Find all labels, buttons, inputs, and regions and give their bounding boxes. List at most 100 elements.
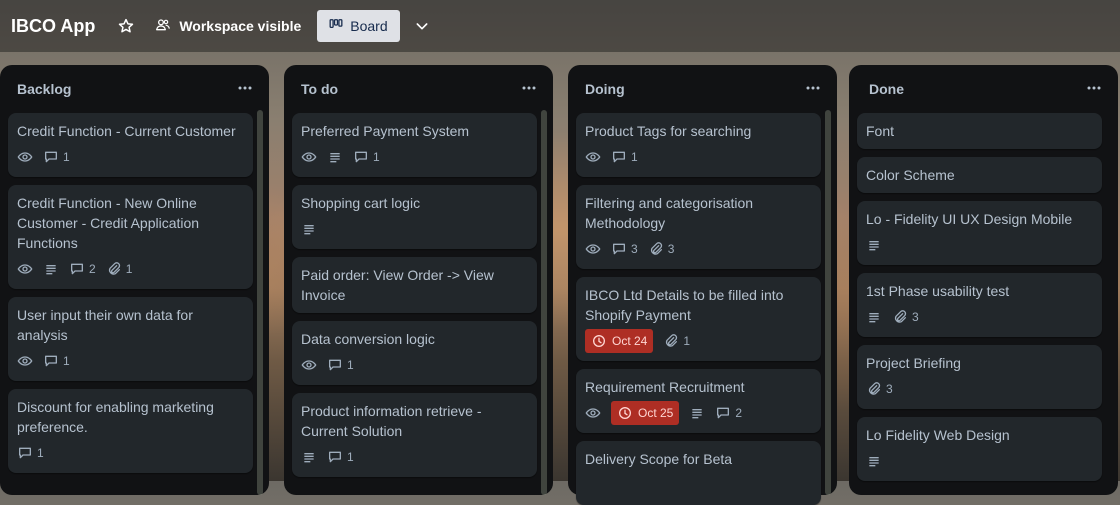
attachments-badge: 3 bbox=[648, 239, 675, 259]
comment-icon bbox=[71, 263, 83, 275]
paperclip-icon bbox=[868, 382, 881, 395]
card[interactable]: Lo Fidelity Web Design bbox=[857, 417, 1102, 481]
card-title: Requirement Recruitment bbox=[585, 379, 745, 395]
comment-icon bbox=[329, 451, 341, 463]
card[interactable]: Credit Function - New Online Customer - … bbox=[8, 185, 253, 289]
card[interactable]: Requirement Recruitment Oct 25 2 bbox=[576, 369, 821, 433]
comment-icon bbox=[355, 151, 367, 163]
card[interactable]: Credit Function - Current Customer 1 bbox=[8, 113, 253, 177]
watch-badge bbox=[17, 351, 33, 371]
card[interactable]: Data conversion logic 1 bbox=[292, 321, 537, 385]
comment-count: 1 bbox=[347, 358, 354, 372]
description-badge bbox=[301, 447, 317, 467]
card[interactable]: Color Scheme bbox=[857, 157, 1102, 193]
star-icon[interactable] bbox=[115, 15, 137, 37]
card[interactable]: Product information retrieve - Current S… bbox=[292, 393, 537, 477]
card-title: Preferred Payment System bbox=[301, 123, 470, 139]
chevron-down-icon[interactable] bbox=[412, 16, 432, 36]
card[interactable]: Font bbox=[857, 113, 1102, 149]
list-scrollbar[interactable] bbox=[257, 110, 263, 495]
watch-badge bbox=[585, 147, 601, 167]
card-badges: 3 3 bbox=[585, 239, 674, 259]
comment-icon bbox=[19, 447, 31, 459]
eye-icon bbox=[585, 244, 601, 254]
more-icon[interactable] bbox=[803, 78, 823, 98]
card-badges bbox=[866, 235, 882, 255]
description-icon bbox=[304, 453, 314, 463]
due-date-badge[interactable]: Oct 24 bbox=[585, 329, 654, 353]
scrollbar-thumb[interactable] bbox=[541, 110, 547, 495]
people-icon bbox=[155, 17, 171, 36]
comments-badge: 1 bbox=[611, 147, 638, 167]
scrollbar-thumb[interactable] bbox=[825, 110, 831, 495]
clock-icon bbox=[593, 335, 605, 347]
scrollbar-thumb[interactable] bbox=[257, 110, 263, 495]
comments-badge: 1 bbox=[17, 443, 44, 463]
comments-badge: 1 bbox=[327, 355, 354, 375]
comment-count: 1 bbox=[631, 150, 638, 164]
card[interactable]: Product Tags for searching 1 bbox=[576, 113, 821, 177]
comments-badge: 2 bbox=[69, 259, 96, 279]
more-icon[interactable] bbox=[519, 78, 539, 98]
card[interactable]: 1st Phase usability test 3 bbox=[857, 273, 1102, 337]
card[interactable]: IBCO Ltd Details to be filled into Shopi… bbox=[576, 277, 821, 361]
card[interactable]: Delivery Scope for Beta bbox=[576, 441, 821, 505]
list-scrollbar[interactable] bbox=[825, 110, 831, 495]
eye-icon bbox=[17, 264, 33, 274]
board-title[interactable]: IBCO App bbox=[11, 16, 95, 37]
description-icon bbox=[869, 457, 879, 467]
visibility-button[interactable]: Workspace visible bbox=[155, 17, 301, 36]
paperclip-icon bbox=[108, 262, 120, 275]
more-icon[interactable] bbox=[235, 78, 255, 98]
eye-icon bbox=[17, 356, 33, 366]
comment-count: 2 bbox=[89, 262, 96, 276]
board-view-label: Board bbox=[350, 18, 388, 34]
card-title: Credit Function - Current Customer bbox=[17, 123, 236, 139]
attachment-count: 3 bbox=[667, 242, 675, 256]
card[interactable]: Shopping cart logic bbox=[292, 185, 537, 249]
watch-badge bbox=[301, 355, 317, 375]
list-title[interactable]: To do bbox=[301, 81, 338, 97]
card[interactable]: Preferred Payment System 1 bbox=[292, 113, 537, 177]
card[interactable]: Paid order: View Order -> View Invoice bbox=[292, 257, 537, 313]
comments-badge: 2 bbox=[715, 403, 742, 423]
card[interactable]: Discount for enabling marketing preferen… bbox=[8, 389, 253, 473]
due-date-badge[interactable]: Oct 25 bbox=[611, 401, 680, 425]
eye-icon bbox=[585, 408, 601, 418]
description-icon bbox=[330, 153, 340, 163]
card[interactable]: Lo - Fidelity UI UX Design Mobile bbox=[857, 201, 1102, 265]
comments-badge: 1 bbox=[353, 147, 380, 167]
list-title[interactable]: Done bbox=[869, 81, 904, 97]
watch-badge bbox=[585, 403, 601, 423]
comment-icon bbox=[329, 359, 341, 371]
list-title[interactable]: Backlog bbox=[17, 81, 71, 97]
paperclip-icon bbox=[666, 334, 678, 347]
board-icon bbox=[329, 18, 343, 35]
list-backlog: Backlog Credit Function - Current Custom… bbox=[0, 65, 269, 495]
card[interactable]: User input their own data for analysis 1 bbox=[8, 297, 253, 381]
card-badges bbox=[866, 451, 882, 471]
card[interactable]: Filtering and categorisation Methodology… bbox=[576, 185, 821, 269]
card-title: Product information retrieve - Current S… bbox=[301, 403, 482, 439]
due-date: Oct 24 bbox=[612, 334, 648, 348]
list-title[interactable]: Doing bbox=[585, 81, 625, 97]
card-badges bbox=[301, 219, 317, 239]
comment-count: 1 bbox=[373, 150, 380, 164]
card[interactable]: Project Briefing 3 bbox=[857, 345, 1102, 409]
watch-badge bbox=[301, 147, 317, 167]
comment-icon bbox=[613, 243, 625, 255]
comment-count: 1 bbox=[37, 446, 44, 460]
comment-count: 1 bbox=[347, 450, 354, 464]
card-title: Lo - Fidelity UI UX Design Mobile bbox=[866, 211, 1073, 227]
list-scrollbar[interactable] bbox=[541, 110, 547, 495]
eye-icon bbox=[301, 360, 317, 370]
more-icon[interactable] bbox=[1084, 78, 1104, 98]
card-badges: 1 bbox=[17, 351, 70, 371]
comment-count: 1 bbox=[63, 150, 70, 164]
board-view-button[interactable]: Board bbox=[317, 10, 400, 42]
description-icon bbox=[869, 241, 879, 251]
card-badges: 1 bbox=[17, 443, 44, 463]
description-badge bbox=[301, 219, 317, 239]
description-icon bbox=[46, 265, 56, 275]
description-badge bbox=[689, 403, 705, 423]
